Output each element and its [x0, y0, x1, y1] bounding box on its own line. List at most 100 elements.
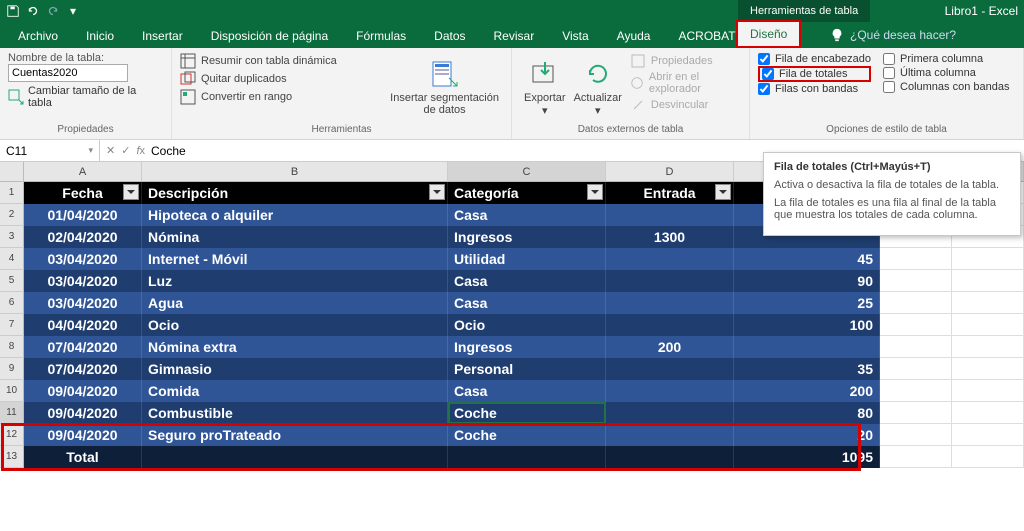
select-all-corner[interactable] — [0, 162, 24, 181]
col-header-A[interactable]: A — [24, 162, 142, 181]
total-row-checkbox[interactable]: Fila de totales — [758, 66, 871, 82]
empty-cell[interactable] — [880, 292, 952, 314]
header-row-checkbox[interactable]: Fila de encabezado — [758, 52, 871, 66]
enter-icon[interactable]: ✓ — [121, 144, 130, 157]
tab-file[interactable]: Archivo — [6, 24, 70, 48]
empty-cell[interactable] — [952, 358, 1024, 380]
data-cell[interactable]: 09/04/2020 — [24, 424, 142, 446]
data-cell[interactable]: 1300 — [606, 226, 734, 248]
data-cell[interactable]: Combustible — [142, 402, 448, 424]
filter-dropdown-icon[interactable] — [715, 184, 731, 200]
tab-insert[interactable]: Insertar — [130, 24, 195, 48]
redo-icon[interactable] — [46, 4, 60, 18]
convert-to-range-button[interactable]: Convertir en rango — [180, 88, 386, 106]
refresh-button[interactable]: Actualizar▾ — [570, 52, 626, 122]
data-cell[interactable]: Hipoteca o alquiler — [142, 204, 448, 226]
data-cell[interactable]: Luz — [142, 270, 448, 292]
row-header[interactable]: 10 — [0, 380, 24, 402]
data-cell[interactable]: 90 — [734, 270, 880, 292]
resize-table-button[interactable]: Cambiar tamaño de la tabla — [8, 85, 163, 109]
tell-me-search[interactable]: ¿Qué desea hacer? — [830, 22, 956, 48]
data-cell[interactable] — [606, 402, 734, 424]
last-column-checkbox[interactable]: Última columna — [883, 66, 1009, 80]
col-header-C[interactable]: C — [448, 162, 606, 181]
data-cell[interactable]: Casa — [448, 270, 606, 292]
table-header-categoria[interactable]: Categoría — [448, 182, 606, 204]
empty-cell[interactable] — [880, 358, 952, 380]
data-cell[interactable]: 03/04/2020 — [24, 248, 142, 270]
data-cell[interactable]: 07/04/2020 — [24, 336, 142, 358]
empty-cell[interactable] — [952, 424, 1024, 446]
qat-dropdown-icon[interactable]: ▾ — [66, 4, 80, 18]
data-cell[interactable]: 20 — [734, 424, 880, 446]
row-header[interactable]: 5 — [0, 270, 24, 292]
tab-design[interactable]: Diseño — [736, 20, 801, 48]
data-cell[interactable]: 25 — [734, 292, 880, 314]
empty-cell[interactable] — [880, 336, 952, 358]
empty-cell[interactable] — [952, 402, 1024, 424]
data-cell[interactable]: 200 — [734, 380, 880, 402]
empty-cell[interactable] — [952, 336, 1024, 358]
row-header[interactable]: 12 — [0, 424, 24, 446]
name-box[interactable]: ▾ — [0, 140, 100, 161]
undo-icon[interactable] — [26, 4, 40, 18]
empty-cell[interactable] — [880, 248, 952, 270]
data-cell[interactable]: 07/04/2020 — [24, 358, 142, 380]
data-cell[interactable]: Ocio — [142, 314, 448, 336]
row-header[interactable]: 7 — [0, 314, 24, 336]
data-cell[interactable]: 09/04/2020 — [24, 380, 142, 402]
empty-cell[interactable] — [952, 248, 1024, 270]
row-header[interactable]: 2 — [0, 204, 24, 226]
empty-cell[interactable] — [880, 402, 952, 424]
row-header[interactable]: 3 — [0, 226, 24, 248]
fx-icon[interactable]: fx — [136, 145, 145, 157]
row-header[interactable]: 11 — [0, 402, 24, 424]
data-cell[interactable]: Personal — [448, 358, 606, 380]
tab-formulas[interactable]: Fórmulas — [344, 24, 418, 48]
data-cell[interactable]: Ocio — [448, 314, 606, 336]
data-cell[interactable] — [606, 424, 734, 446]
table-header-entrada[interactable]: Entrada — [606, 182, 734, 204]
empty-cell[interactable] — [880, 446, 952, 468]
data-cell[interactable] — [606, 380, 734, 402]
data-cell[interactable]: Nómina extra — [142, 336, 448, 358]
data-cell[interactable] — [606, 248, 734, 270]
data-cell[interactable]: Casa — [448, 380, 606, 402]
banded-rows-checkbox[interactable]: Filas con bandas — [758, 82, 871, 96]
empty-cell[interactable] — [880, 270, 952, 292]
namebox-dropdown-icon[interactable]: ▾ — [88, 145, 93, 156]
row-header[interactable]: 4 — [0, 248, 24, 270]
col-header-B[interactable]: B — [142, 162, 448, 181]
data-cell[interactable]: Nómina — [142, 226, 448, 248]
data-cell[interactable]: Ingresos — [448, 226, 606, 248]
data-cell[interactable] — [606, 204, 734, 226]
name-box-input[interactable] — [6, 144, 76, 158]
empty-cell[interactable] — [880, 314, 952, 336]
row-header[interactable]: 9 — [0, 358, 24, 380]
empty-cell[interactable] — [952, 380, 1024, 402]
insert-slicer-button[interactable]: Insertar segmentaciónde datos — [386, 52, 503, 122]
first-column-checkbox[interactable]: Primera columna — [883, 52, 1009, 66]
data-cell[interactable]: Comida — [142, 380, 448, 402]
tab-review[interactable]: Revisar — [482, 24, 547, 48]
col-header-D[interactable]: D — [606, 162, 734, 181]
data-cell[interactable]: Ingresos — [448, 336, 606, 358]
cancel-icon[interactable]: ✕ — [106, 144, 115, 157]
filter-dropdown-icon[interactable] — [587, 184, 603, 200]
empty-cell[interactable] — [952, 292, 1024, 314]
save-icon[interactable] — [6, 4, 20, 18]
remove-duplicates-button[interactable]: Quitar duplicados — [180, 70, 386, 88]
data-cell[interactable] — [606, 358, 734, 380]
export-button[interactable]: Exportar▾ — [520, 52, 570, 122]
data-cell[interactable] — [606, 270, 734, 292]
tab-data[interactable]: Datos — [422, 24, 477, 48]
data-cell[interactable]: Internet - Móvil — [142, 248, 448, 270]
filter-dropdown-icon[interactable] — [429, 184, 445, 200]
data-cell[interactable]: 01/04/2020 — [24, 204, 142, 226]
table-header-descripcion[interactable]: Descripción — [142, 182, 448, 204]
data-cell[interactable]: 02/04/2020 — [24, 226, 142, 248]
row-header[interactable]: 6 — [0, 292, 24, 314]
data-cell[interactable]: 35 — [734, 358, 880, 380]
total-label-cell[interactable]: Total — [24, 446, 142, 468]
data-cell[interactable]: 100 — [734, 314, 880, 336]
